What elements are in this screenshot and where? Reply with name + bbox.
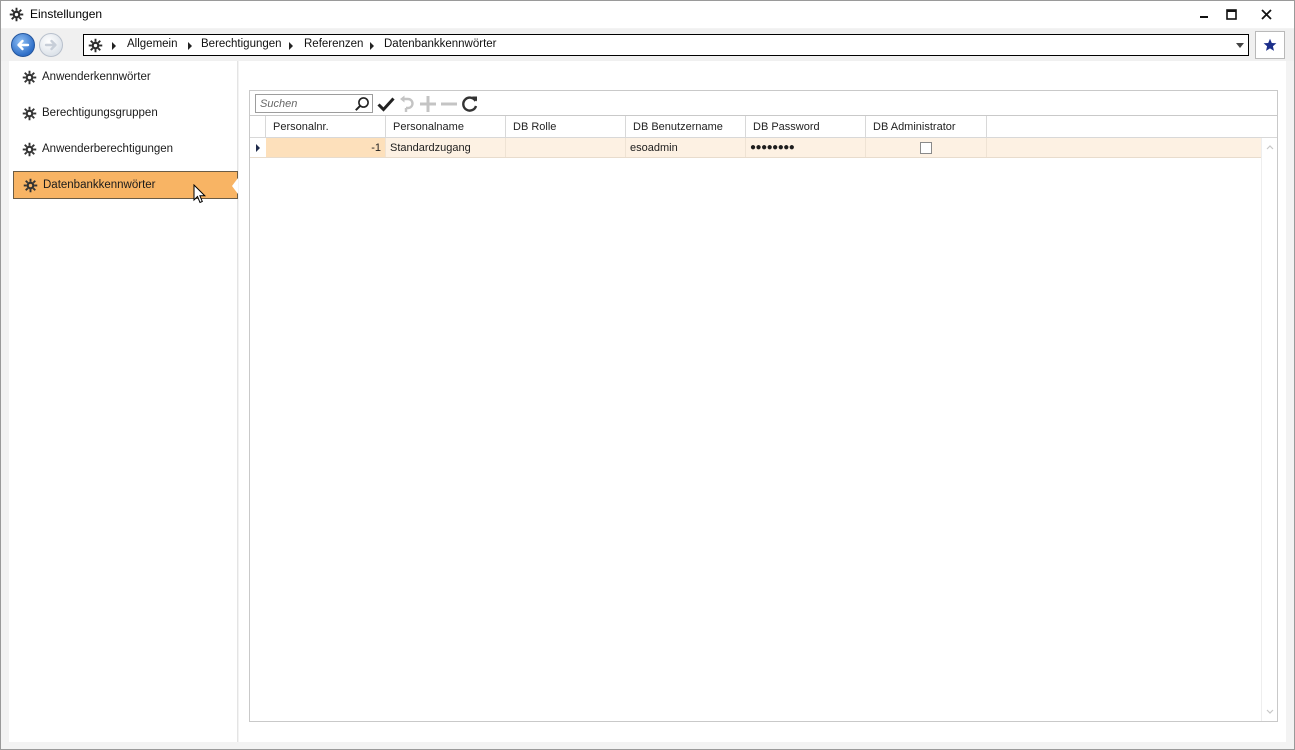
- breadcrumb[interactable]: Allgemein Berechtigungen Referenzen Date…: [83, 34, 1249, 56]
- breadcrumb-item-referenzen[interactable]: Referenzen: [304, 38, 363, 50]
- column-header-db-administrator[interactable]: DB Administrator: [866, 116, 987, 138]
- add-icon: [420, 96, 436, 112]
- refresh-icon: [462, 96, 478, 112]
- forward-button[interactable]: [39, 33, 63, 57]
- column-header-personalname[interactable]: Personalname: [386, 116, 506, 138]
- undo-button[interactable]: [397, 94, 417, 114]
- cell-personalname[interactable]: Standardzugang: [386, 138, 506, 157]
- sidebar-item-anwenderkennwoerter[interactable]: Anwenderkennwörter: [13, 63, 238, 91]
- sidebar-item-label: Anwenderberechtigungen: [42, 143, 174, 155]
- chevron-right-icon[interactable]: [289, 42, 293, 50]
- table-row[interactable]: -1 Standardzugang esoadmin ●●●●●●●●: [250, 138, 1261, 158]
- gear-icon: [22, 70, 37, 84]
- settings-window: Einstellungen Allgemein Berechtigungen R…: [0, 0, 1295, 750]
- cell-db-password[interactable]: ●●●●●●●●: [746, 138, 866, 157]
- gear-icon: [22, 142, 37, 156]
- gear-icon: [23, 178, 38, 192]
- db-administrator-checkbox[interactable]: [920, 142, 932, 154]
- sidebar-item-label: Anwenderkennwörter: [42, 71, 151, 83]
- breadcrumb-item-berechtigungen[interactable]: Berechtigungen: [201, 38, 282, 50]
- close-icon: [1260, 8, 1272, 20]
- gear-icon: [22, 106, 37, 120]
- maximize-button[interactable]: [1214, 1, 1248, 27]
- arrow-right-icon: [44, 39, 57, 51]
- check-icon: [377, 97, 395, 112]
- current-row-arrow-icon: [256, 144, 260, 152]
- search-box: [255, 94, 373, 113]
- chevron-right-icon[interactable]: [370, 42, 374, 50]
- search-icon[interactable]: [354, 96, 370, 112]
- favorite-button[interactable]: [1255, 31, 1285, 59]
- search-input[interactable]: [256, 95, 354, 112]
- close-button[interactable]: [1249, 1, 1283, 27]
- minimize-icon: [1200, 16, 1208, 18]
- remove-icon: [441, 102, 457, 106]
- add-button[interactable]: [418, 94, 438, 114]
- row-header-column: [250, 116, 266, 138]
- chevron-right-icon[interactable]: [188, 42, 192, 50]
- remove-button[interactable]: [439, 94, 459, 114]
- title-bar: Einstellungen: [1, 1, 1294, 28]
- gear-icon[interactable]: [88, 38, 103, 53]
- refresh-button[interactable]: [460, 94, 480, 114]
- chevron-down-icon[interactable]: [1236, 43, 1244, 48]
- scroll-down-icon[interactable]: [1266, 709, 1274, 715]
- main-panel: Personalnr. Personalname DB Rolle DB Ben…: [239, 61, 1286, 742]
- column-header-db-benutzername[interactable]: DB Benutzername: [626, 116, 746, 138]
- column-header-db-password[interactable]: DB Password: [746, 116, 866, 138]
- breadcrumb-item-allgemein[interactable]: Allgemein: [127, 38, 178, 50]
- sidebar: Anwenderkennwörter Berechtigungsgruppen …: [9, 61, 238, 742]
- column-header-personalnr[interactable]: Personalnr.: [266, 116, 386, 138]
- star-icon: [1263, 38, 1277, 51]
- sidebar-item-anwenderberechtigungen[interactable]: Anwenderberechtigungen: [13, 135, 238, 163]
- column-header-db-rolle[interactable]: DB Rolle: [506, 116, 626, 138]
- vertical-scrollbar[interactable]: [1261, 138, 1277, 721]
- row-indicator[interactable]: [250, 138, 266, 157]
- back-button[interactable]: [11, 33, 35, 57]
- maximize-icon: [1225, 8, 1237, 20]
- save-button[interactable]: [376, 94, 396, 114]
- sidebar-item-berechtigungsgruppen[interactable]: Berechtigungsgruppen: [13, 99, 238, 127]
- mouse-cursor-icon: [193, 184, 207, 204]
- chevron-right-icon[interactable]: [112, 42, 116, 50]
- window-title: Einstellungen: [30, 7, 103, 21]
- sidebar-item-label: Berechtigungsgruppen: [42, 107, 158, 119]
- cell-db-rolle[interactable]: [506, 138, 626, 157]
- scroll-up-icon[interactable]: [1266, 144, 1274, 150]
- data-grid: Personalnr. Personalname DB Rolle DB Ben…: [249, 115, 1278, 722]
- cell-db-administrator[interactable]: [866, 138, 987, 157]
- undo-icon: [400, 95, 414, 112]
- sidebar-item-label: Datenbankkennwörter: [43, 179, 156, 191]
- gear-icon: [9, 7, 24, 22]
- arrow-left-icon: [17, 39, 30, 51]
- cell-db-benutzername[interactable]: esoadmin: [626, 138, 746, 157]
- grid-toolbar: [249, 90, 1278, 116]
- breadcrumb-item-datenbankkennwoerter[interactable]: Datenbankkennwörter: [384, 38, 497, 50]
- navigation-bar: Allgemein Berechtigungen Referenzen Date…: [1, 29, 1294, 61]
- selection-notch: [232, 178, 238, 194]
- cell-personalnr[interactable]: -1: [266, 138, 386, 157]
- grid-header: Personalnr. Personalname DB Rolle DB Ben…: [250, 116, 1277, 138]
